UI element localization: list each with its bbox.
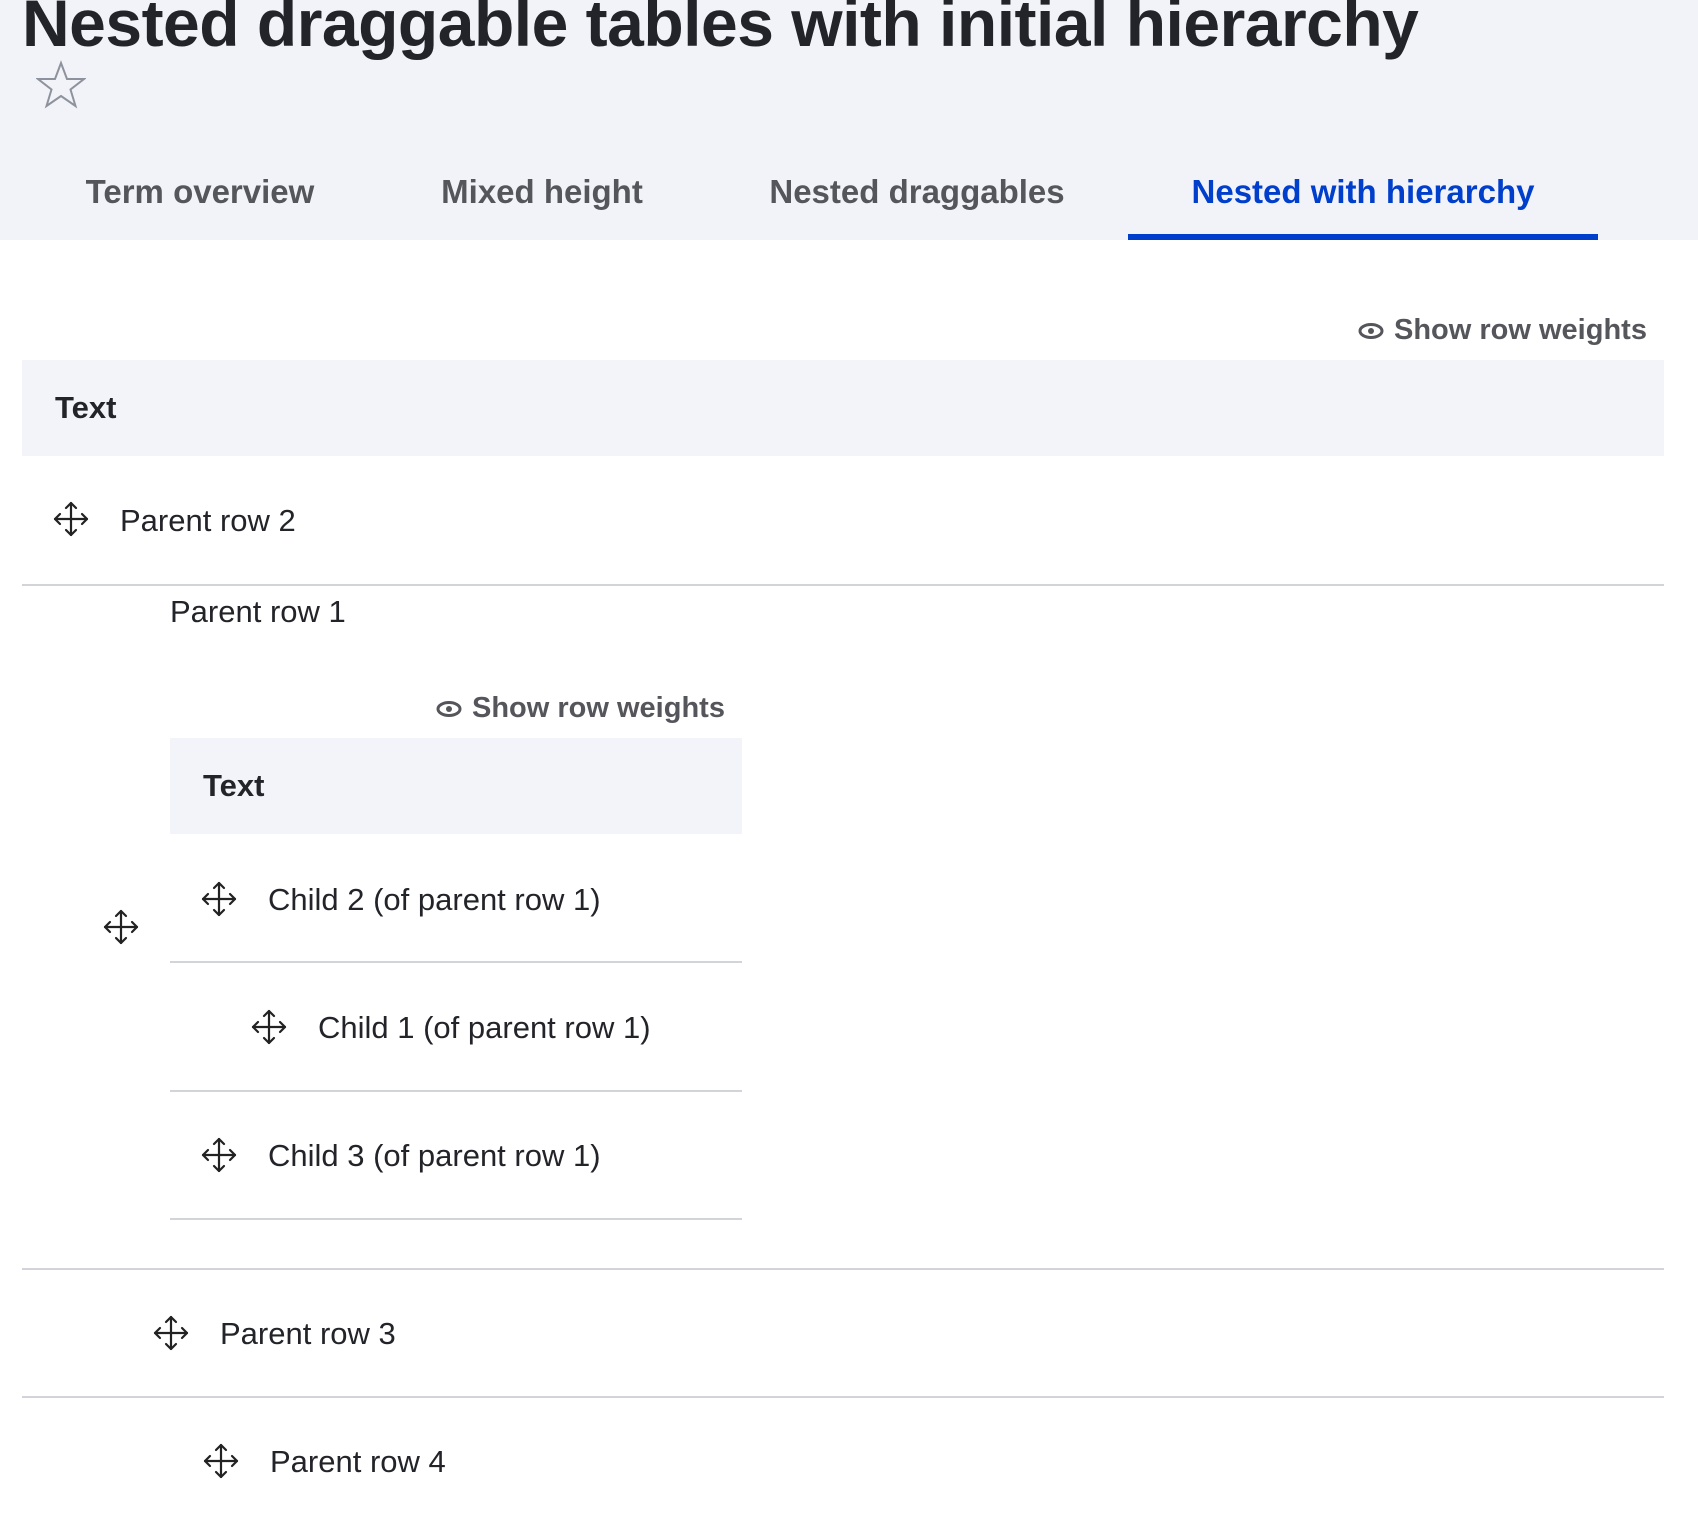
eye-icon xyxy=(1358,322,1384,339)
table-header: Text xyxy=(22,360,1664,456)
tab-mixed-height[interactable]: Mixed height xyxy=(414,150,670,240)
row-divider xyxy=(22,1268,1664,1270)
page-title: Nested draggable tables with initial hie… xyxy=(22,0,1419,60)
drag-handle-icon[interactable] xyxy=(102,908,140,946)
row-divider xyxy=(22,584,1664,586)
drag-handle-icon[interactable] xyxy=(200,1136,238,1174)
row-label-parent-3: Parent row 3 xyxy=(220,1316,396,1351)
page-header: Nested draggable tables with initial hie… xyxy=(0,0,1698,240)
row-divider xyxy=(22,1396,1664,1398)
row-label-parent-1: Parent row 1 xyxy=(170,594,346,629)
row-label-child-2: Child 2 (of parent row 1) xyxy=(268,882,601,917)
row-label-child-3: Child 3 (of parent row 1) xyxy=(268,1138,601,1173)
row-divider xyxy=(170,1090,742,1092)
drag-handle-icon[interactable] xyxy=(200,880,238,918)
show-row-weights-label: Show row weights xyxy=(472,692,725,724)
tab-bar: Term overview Mixed height Nested dragga… xyxy=(0,150,1698,240)
drag-handle-icon[interactable] xyxy=(202,1442,240,1480)
drag-handle-icon[interactable] xyxy=(52,500,90,538)
drag-handle-icon[interactable] xyxy=(250,1008,288,1046)
tab-nested-draggables[interactable]: Nested draggables xyxy=(740,150,1094,240)
row-label-child-1: Child 1 (of parent row 1) xyxy=(318,1010,651,1045)
show-row-weights-label: Show row weights xyxy=(1394,314,1647,346)
drag-handle-icon[interactable] xyxy=(152,1314,190,1352)
star-icon[interactable] xyxy=(36,60,86,110)
column-header-text: Text xyxy=(55,390,117,425)
row-divider xyxy=(170,961,742,963)
row-label-parent-4: Parent row 4 xyxy=(270,1444,446,1479)
column-header-text: Text xyxy=(203,768,265,803)
row-label-parent-2: Parent row 2 xyxy=(120,503,296,538)
row-divider xyxy=(170,1218,742,1220)
tab-nested-with-hierarchy[interactable]: Nested with hierarchy xyxy=(1128,150,1598,240)
nested-table-header: Text xyxy=(170,738,742,834)
tab-term-overview[interactable]: Term overview xyxy=(44,150,356,240)
show-row-weights-button[interactable]: Show row weights xyxy=(1358,314,1647,347)
show-row-weights-button-nested[interactable]: Show row weights xyxy=(436,692,725,725)
eye-icon xyxy=(436,700,462,717)
